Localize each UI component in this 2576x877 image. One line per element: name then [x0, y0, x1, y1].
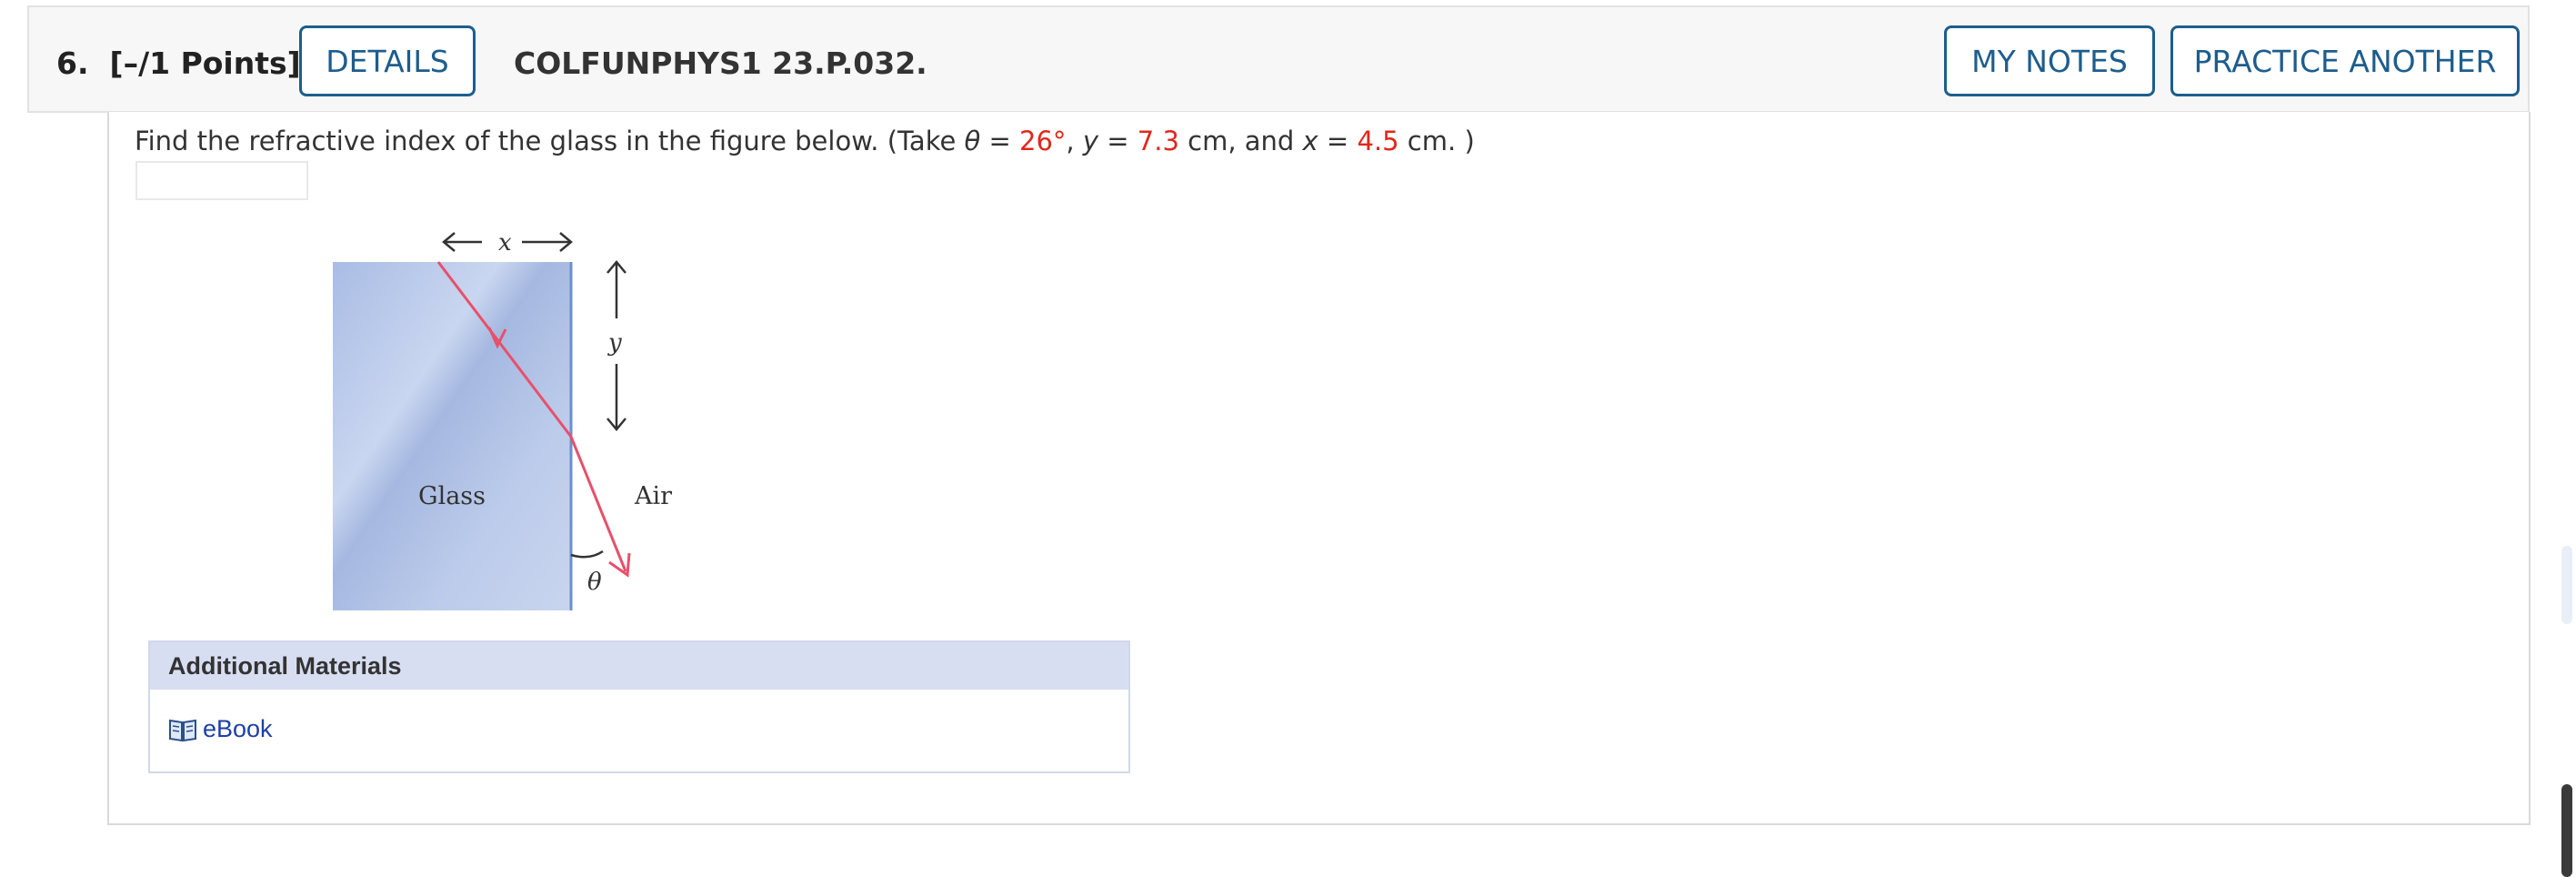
points-label: [–/1 Points] — [109, 45, 301, 81]
y-value: 7.3 — [1137, 126, 1179, 156]
ebook-link[interactable]: eBook — [168, 715, 273, 743]
my-notes-button[interactable]: MY NOTES — [1944, 25, 2155, 96]
x-label: x — [498, 229, 512, 257]
answer-input[interactable] — [135, 161, 308, 200]
y-label: y — [607, 329, 622, 357]
practice-another-button[interactable]: PRACTICE ANOTHER — [2170, 25, 2520, 96]
page-scrollbar[interactable] — [2558, 0, 2576, 877]
glass-block — [333, 262, 571, 610]
refracted-ray — [569, 436, 627, 572]
ebook-label: eBook — [203, 715, 273, 742]
details-button[interactable]: DETAILS — [299, 25, 476, 96]
scrollbar-thumb[interactable] — [2561, 784, 2572, 877]
additional-materials-title: Additional Materials — [150, 642, 1128, 690]
theta-arc — [570, 549, 604, 559]
theta-value: 26° — [1019, 126, 1067, 156]
book-icon — [169, 719, 196, 741]
x-value: 4.5 — [1357, 126, 1399, 156]
question-header: 6. [–/1 Points] DETAILS COLFUNPHYS1 23.P… — [27, 5, 2530, 113]
scrollbar-marker — [2561, 546, 2572, 624]
course-code: COLFUNPHYS1 23.P.032. — [514, 45, 927, 81]
question-number: 6. [–/1 Points] — [56, 45, 301, 81]
refraction-figure: x y θ Glass Air — [333, 229, 672, 610]
theta-symbol: θ — [964, 126, 981, 156]
air-label: Air — [634, 482, 672, 510]
theta-label: θ — [587, 569, 602, 596]
glass-label: Glass — [418, 482, 486, 510]
y-symbol: y — [1082, 126, 1099, 156]
x-symbol: x — [1302, 126, 1318, 156]
question-text: Find the refractive index of the glass i… — [135, 126, 1475, 156]
additional-materials-panel: Additional Materials eBook — [148, 640, 1130, 773]
